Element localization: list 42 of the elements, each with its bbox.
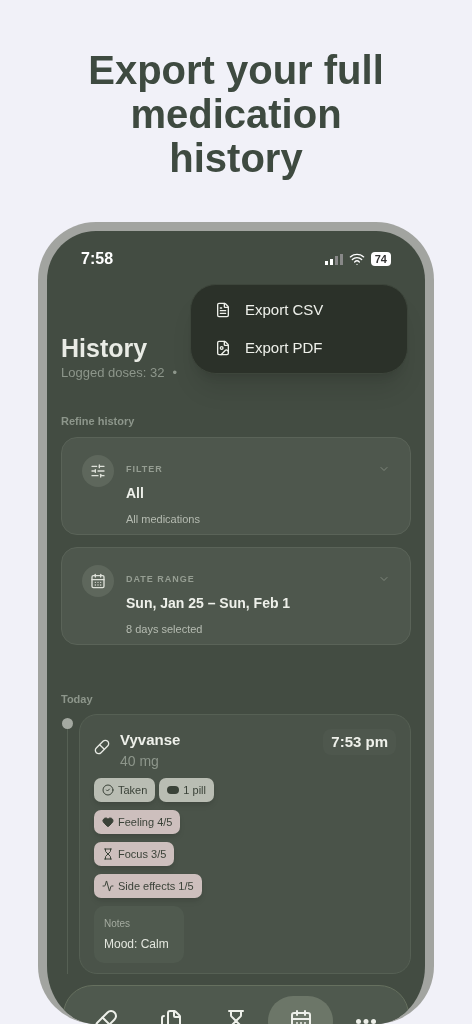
page-title: History [61,333,148,363]
filter-card[interactable]: FILTER All All medications [61,437,411,535]
status-tag: Feeling 4/5 [94,810,181,834]
card-detail: 8 days selected [126,621,204,637]
dose-card[interactable]: Vyvanse 40 mg 7:53 pm Taken 1 pill Feeling 4/5 Focus 3/5 Side effects 1/5 Notes Mood: Calm [79,713,411,974]
date-range-card[interactable]: DATE RANGE Sun, Jan 25 – Sun, Feb 1 8 days selected [61,547,411,645]
heart-icon [102,816,114,828]
status-tag: Side effects 1/5 [94,874,202,898]
document-icon [215,301,231,318]
card-detail: All medications [126,511,201,527]
image-document-icon [215,340,231,357]
hourglass-icon [102,848,114,860]
card-value: Sun, Jan 25 – Sun, Feb 1 [126,593,292,613]
more-icon [355,1018,376,1024]
section-heading: Refine history [61,413,136,429]
separator-dot: • [172,364,177,382]
status-tag: 1 pill [159,778,214,802]
calendar-icon [82,565,114,597]
wifi-icon [348,251,365,267]
menu-item[interactable]: Export CSV [215,298,383,321]
pulse-icon [102,880,114,892]
medication-dose: 40 mg [120,752,160,771]
dose-time: 7:53 pm [323,728,396,755]
logged-doses-count: Logged doses: 32 [61,364,165,382]
capsule-icon [167,786,180,794]
status-tag: Focus 3/5 [94,842,175,866]
medication-name: Vyvanse [120,729,182,750]
battery-indicator: 74 [370,252,391,266]
sliders-icon [82,455,114,487]
signal-icon [324,253,343,265]
pill-icon [94,738,110,755]
headline: Export your full medication history [87,48,385,180]
status-tag: Taken [94,778,156,802]
check-icon [102,784,114,796]
card-value: All [126,483,145,503]
menu-item[interactable]: Export PDF [215,337,383,360]
card-label: DATE RANGE [126,573,196,586]
day-heading: Today [61,692,94,707]
status-time: 7:58 [81,249,114,269]
card-label: FILTER [126,463,164,476]
notes-text: Mood: Calm [104,936,170,953]
notes-label: Notes [104,917,132,931]
